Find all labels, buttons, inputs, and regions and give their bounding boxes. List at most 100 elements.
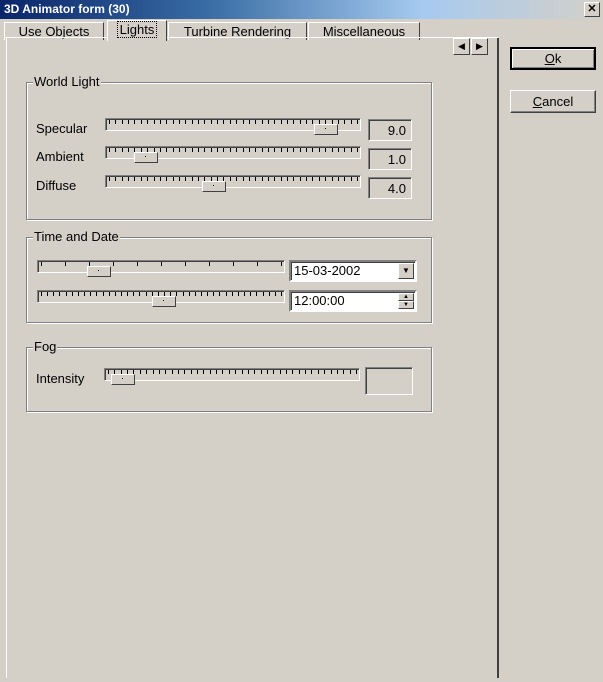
slider-tick (204, 120, 206, 124)
slider-tick (229, 148, 231, 152)
slider-tick (356, 370, 357, 374)
slider-tick (237, 292, 239, 296)
slider-thumb[interactable] (134, 152, 159, 163)
slider-tick (293, 120, 295, 124)
slider-tick (349, 370, 351, 374)
slider-tick (134, 177, 136, 181)
cancel-button[interactable]: Cancel (510, 90, 596, 113)
slider-tick (153, 120, 155, 124)
slider-tick (350, 148, 352, 152)
slider-tick (325, 148, 327, 152)
slider-tick (344, 148, 346, 152)
slider-tick (274, 177, 276, 181)
intensity-label: Intensity (36, 371, 85, 386)
slider-thumb[interactable] (87, 266, 112, 277)
slider-tick (177, 370, 179, 374)
slider-tick (191, 120, 193, 124)
slider-tick (84, 292, 86, 296)
specular-label: Specular (36, 121, 88, 136)
slider-tick (185, 148, 187, 152)
slider-tick (184, 370, 186, 374)
slider-tick (247, 370, 249, 374)
slider-tick (337, 120, 339, 124)
slider-tick (115, 120, 117, 124)
slider-tick (337, 148, 339, 152)
slider-tick (357, 177, 358, 181)
slider-tick (219, 292, 221, 296)
ambient-slider[interactable] (105, 146, 361, 163)
intensity-slider[interactable] (104, 368, 360, 385)
slider-thumb[interactable] (152, 296, 176, 307)
diffuse-value: 4.0 (368, 177, 412, 199)
slider-thumb[interactable] (111, 374, 135, 385)
title-bar: 3D Animator form (30) ✕ (0, 0, 603, 19)
slider-tick (145, 292, 147, 296)
tab-panel-top-edge (4, 37, 498, 38)
slider-tick (312, 148, 314, 152)
slider-tick (137, 262, 138, 266)
slider-tick (299, 120, 301, 124)
group-title: Time and Date (33, 229, 120, 244)
slider-tick (267, 177, 269, 181)
slider-tick (229, 177, 231, 181)
slider-tick (216, 370, 218, 374)
slider-tick (266, 370, 268, 374)
time-slider[interactable] (37, 290, 285, 307)
slider-tick (121, 148, 123, 152)
slider-tick (244, 292, 246, 296)
slider-tick (281, 262, 282, 266)
slider-tick (254, 370, 256, 374)
slider-thumb[interactable] (201, 181, 226, 192)
slider-tick (280, 120, 282, 124)
group-title: World Light (33, 74, 101, 89)
spin-down-icon[interactable]: ▼ (398, 301, 414, 309)
slider-tick (255, 120, 257, 124)
slider-tick (324, 370, 326, 374)
slider-tick (209, 262, 210, 266)
chevron-down-icon[interactable]: ▼ (398, 263, 414, 279)
slider-tick (213, 292, 215, 296)
spin-up-icon[interactable]: ▲ (398, 293, 414, 301)
slider-tick (65, 262, 66, 266)
slider-tick (140, 177, 142, 181)
slider-tick (172, 177, 174, 181)
slider-tick (147, 120, 149, 124)
time-field[interactable]: 12:00:00 ▲ ▼ (289, 290, 417, 312)
ok-button[interactable]: Ok (510, 47, 596, 70)
slider-tick (281, 292, 282, 296)
slider-tick (114, 292, 116, 296)
slider-tick (191, 177, 193, 181)
slider-tick (287, 148, 289, 152)
slider-tick (274, 292, 276, 296)
specular-value: 9.0 (368, 119, 412, 141)
slider-tick (127, 292, 129, 296)
slider-tick (109, 120, 110, 124)
ok-label: k (554, 51, 562, 66)
tab-label: Lights (116, 21, 158, 38)
slider-tick (147, 177, 149, 181)
slider-tick (337, 177, 339, 181)
slider-tick (198, 120, 200, 124)
slider-tick (268, 292, 270, 296)
slider-tick (109, 148, 110, 152)
slider-thumb[interactable] (313, 124, 338, 135)
slider-tick (286, 370, 288, 374)
date-value: 15-03-2002 (294, 263, 361, 278)
slider-tick (115, 148, 117, 152)
tab-lights[interactable]: Lights (107, 20, 167, 41)
close-button[interactable]: ✕ (584, 2, 600, 17)
date-picker[interactable]: 15-03-2002 ▼ (289, 260, 417, 282)
slider-tick (248, 148, 250, 152)
slider-tick (185, 120, 187, 124)
slider-tick (96, 292, 98, 296)
slider-tick (255, 148, 257, 152)
slider-tick (152, 370, 154, 374)
date-slider[interactable] (37, 260, 285, 277)
slider-tick (331, 177, 333, 181)
diffuse-slider[interactable] (105, 175, 361, 192)
specular-slider[interactable] (105, 118, 361, 135)
slider-tick (306, 120, 308, 124)
slider-tick (298, 370, 300, 374)
slider-ticks (109, 177, 358, 181)
slider-tick (53, 292, 55, 296)
